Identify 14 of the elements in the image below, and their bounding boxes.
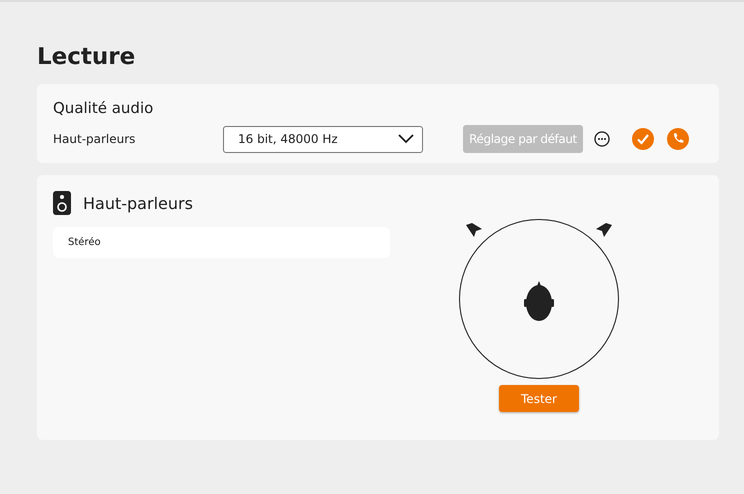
phone-icon[interactable] [667, 128, 689, 150]
listener-head-drawing [524, 281, 554, 321]
section-title: Qualité audio [53, 99, 154, 117]
check-icon[interactable] [632, 128, 654, 150]
configuration-item[interactable]: Stéréo [53, 227, 390, 258]
section-title: Haut-parleurs [83, 194, 193, 212]
left-speaker-icon [466, 223, 482, 237]
speaker-icon [53, 191, 71, 215]
device-label: Haut-parleurs [53, 132, 136, 146]
format-dropdown[interactable]: 16 bit, 48000 Hz [223, 126, 423, 152]
chevron-down-icon [398, 134, 414, 144]
more-icon[interactable] [594, 131, 610, 147]
page-title: Lecture [37, 43, 136, 72]
right-speaker-icon [596, 223, 612, 237]
